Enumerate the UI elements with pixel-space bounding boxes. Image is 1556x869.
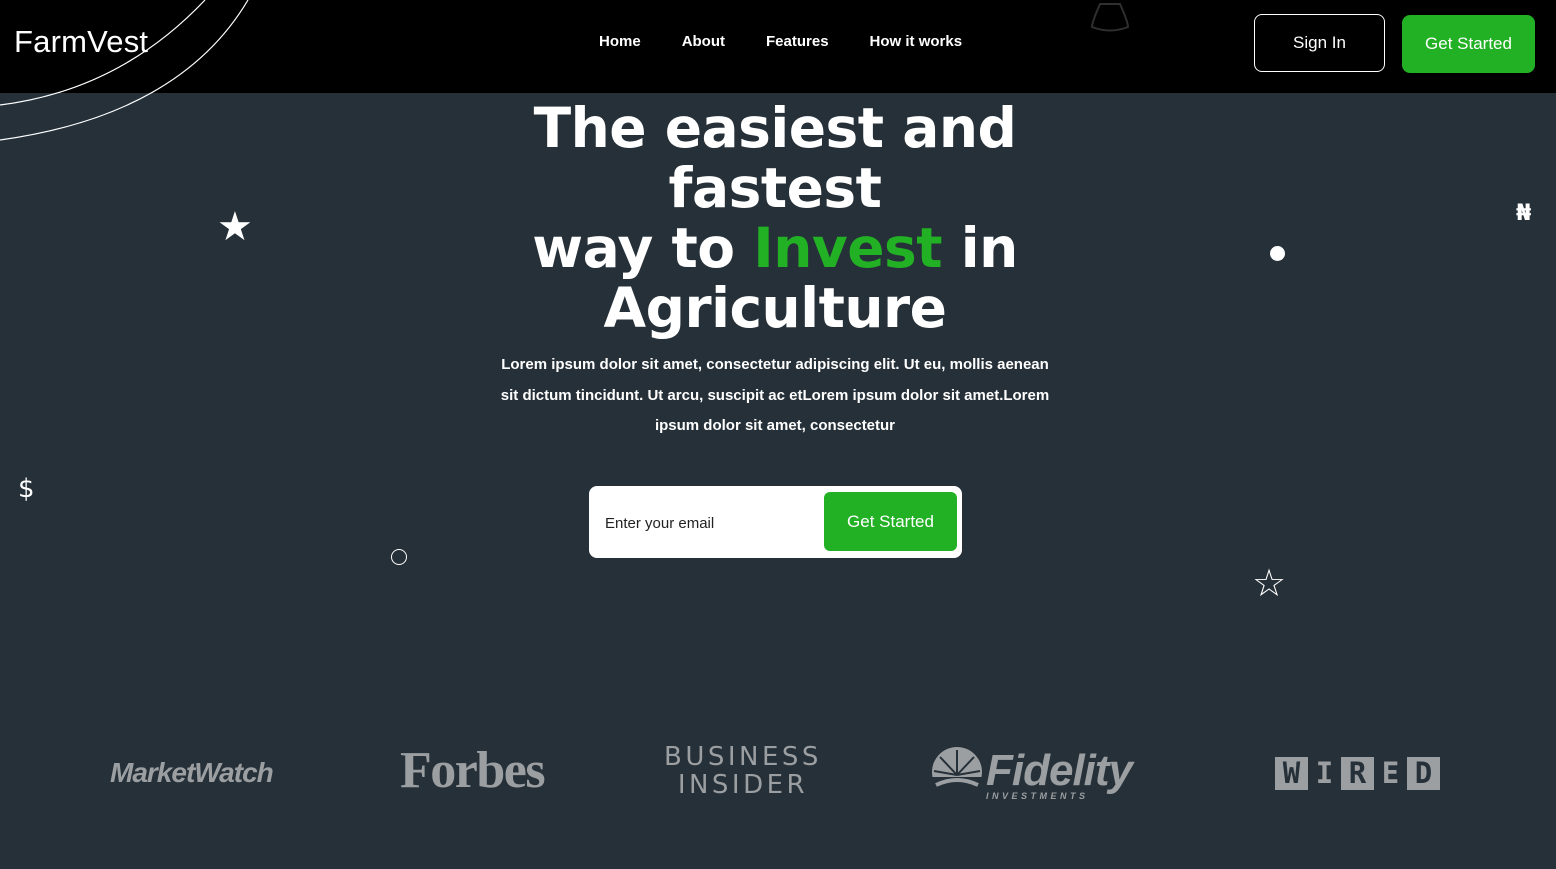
main-nav: Home About Features How it works [599,33,1003,50]
wired-letter: D [1407,757,1440,790]
wired-logo: W I R E D [1275,757,1440,790]
nav-get-started-button[interactable]: Get Started [1402,15,1535,73]
dot-icon [1270,246,1285,261]
star-filled-icon: ★ [217,204,253,250]
hero-title-line1: The easiest and fastest [533,96,1017,220]
circle-outline-icon [391,549,407,565]
navbar: FarmVest Home About Features How it work… [0,0,1556,93]
wired-letter: I [1315,756,1334,790]
wired-letter: E [1381,756,1400,790]
hero-get-started-button[interactable]: Get Started [824,492,957,551]
nav-link-features[interactable]: Features [766,33,829,50]
nav-link-about[interactable]: About [682,33,725,50]
wired-letter: R [1341,757,1374,790]
star-outline-icon: ☆ [1252,561,1287,605]
business-insider-line2: INSIDER [677,770,809,800]
nav-link-home[interactable]: Home [599,33,641,50]
fidelity-subtitle: INVESTMENTS [986,791,1089,801]
naira-icon: ₦ [1516,201,1532,226]
fidelity-wordmark: Fidelity [986,746,1133,795]
hero-title: The easiest and fastest way to Invest in… [420,98,1130,338]
fidelity-emblem-icon [932,747,982,799]
hero-title-accent: Invest [753,216,943,280]
fidelity-logo: Fidelity INVESTMENTS [930,745,1180,805]
hero-title-line3: Agriculture [603,276,947,340]
nav-link-how-it-works[interactable]: How it works [870,33,963,50]
dollar-icon: $ [18,474,35,504]
hero-description: Lorem ipsum dolor sit amet, consectetur … [500,356,1050,434]
business-insider-logo: BUSINESS INSIDER [664,743,822,799]
wired-letter: W [1275,757,1308,790]
marketwatch-logo: MarketWatch [110,757,274,788]
brand-logo[interactable]: FarmVest [14,24,148,60]
sign-in-button[interactable]: Sign In [1254,14,1385,72]
hero-title-line2-post: in [942,216,1019,280]
email-input[interactable] [603,502,807,544]
email-signup-form: Get Started [589,486,962,558]
business-insider-line1: BUSINESS [664,742,822,772]
forbes-logo: Forbes [400,742,546,799]
press-logos: MarketWatch Forbes BUSINESS INSIDER Fide… [0,735,1556,815]
hero-title-line2-pre: way to [532,216,754,280]
money-bag-icon [1090,3,1130,32]
